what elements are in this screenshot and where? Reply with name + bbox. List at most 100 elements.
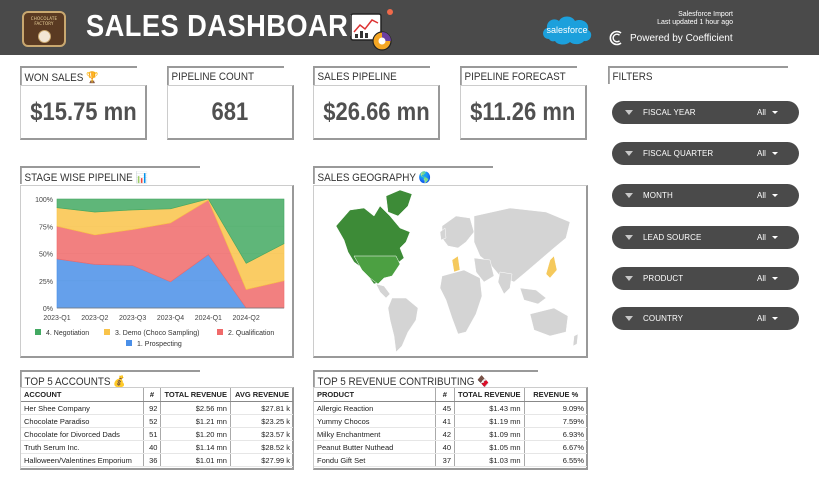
table-cell: $1.21 mn: [160, 414, 231, 428]
col-total-revenue[interactable]: TOTAL REVENUE: [454, 388, 525, 402]
last-updated: Last updated 1 hour ago: [657, 19, 733, 26]
col-avg-revenue[interactable]: AVG REVENUE: [230, 388, 293, 402]
table-cell: $1.05 mn: [454, 440, 525, 454]
x-tick-label: 2023-Q3: [119, 315, 146, 322]
col-total-revenue[interactable]: TOTAL REVENUE: [160, 388, 231, 402]
table-cell: 9.09%: [524, 401, 587, 415]
filter-product[interactable]: PRODUCT All: [612, 267, 799, 290]
filter-value[interactable]: All: [757, 108, 766, 117]
sales-pipeline-card: $26.66 mn: [313, 85, 440, 140]
x-tick-label: 2023-Q4: [157, 315, 184, 322]
filter-month[interactable]: MONTH All: [612, 184, 799, 207]
sales-geography-label: SALES GEOGRAPHY 🌎: [313, 166, 493, 184]
legend-label[interactable]: 3. Demo (Choco Sampling): [115, 330, 199, 337]
x-tick-label: 2023-Q2: [81, 315, 108, 322]
table-row[interactable]: Yummy Chocos 41 $1.19 mn 7.59%: [314, 414, 587, 428]
table-cell: 37: [435, 453, 456, 467]
map-se-asia: [519, 287, 547, 305]
map-uk: [439, 227, 447, 241]
filter-value[interactable]: All: [757, 314, 766, 323]
table-cell: 45: [435, 401, 456, 415]
legend-swatch: [126, 340, 132, 346]
map-south-america: [387, 297, 419, 353]
integration-name: Salesforce Import: [678, 11, 733, 18]
y-tick-label: 75%: [39, 224, 53, 231]
table-header-row: PRODUCT # TOTAL REVENUE REVENUE %: [314, 388, 587, 402]
table-cell: 52: [143, 414, 162, 428]
table-cell: 6.55%: [524, 453, 587, 467]
top-accounts-label: TOP 5 ACCOUNTS 💰: [20, 370, 200, 388]
table-cell: 7.59%: [524, 414, 587, 428]
table-cell: $23.25 k: [230, 414, 293, 428]
filter-label: LEAD SOURCE: [643, 233, 702, 242]
filter-value[interactable]: All: [757, 191, 766, 200]
dropdown-caret-icon[interactable]: [772, 317, 778, 320]
filter-label: FISCAL YEAR: [643, 108, 696, 117]
dropdown-caret-icon[interactable]: [772, 277, 778, 280]
pipeline-count-label: PIPELINE COUNT: [167, 66, 284, 86]
top-revenue-panel: PRODUCT # TOTAL REVENUE REVENUE % Allerg…: [313, 387, 588, 470]
table-row[interactable]: Halloween/Valentines Emporium 36 $1.01 mn $…: [21, 453, 293, 467]
table-row[interactable]: Peanut Butter Nuthead 40 $1.05 mn 6.67%: [314, 440, 587, 454]
pipeline-count-card: 681: [167, 85, 294, 140]
legend-label[interactable]: 1. Prospecting: [137, 341, 182, 348]
filter-country[interactable]: COUNTRY All: [612, 307, 799, 330]
filter-value[interactable]: All: [757, 233, 766, 242]
table-cell: 40: [143, 440, 162, 454]
table-row[interactable]: Allergic Reaction 45 $1.43 mn 9.09%: [314, 401, 587, 415]
y-tick-label: 50%: [39, 252, 53, 259]
won-sales-label: WON SALES 🏆: [20, 66, 137, 86]
legend-label[interactable]: 2. Qualification: [228, 330, 274, 337]
filter-label: FISCAL QUARTER: [643, 149, 714, 158]
sales-pipeline-label: SALES PIPELINE: [313, 66, 430, 86]
table-cell: $23.57 k: [230, 427, 293, 441]
table-row[interactable]: Fondu Gift Set 37 $1.03 mn 6.55%: [314, 453, 587, 467]
dropdown-caret-icon[interactable]: [772, 236, 778, 239]
table-row[interactable]: Milky Enchantment 42 $1.09 mn 6.93%: [314, 427, 587, 441]
table-cell: 42: [435, 427, 456, 441]
table-cell: Peanut Butter Nuthead: [314, 440, 436, 454]
col-count[interactable]: #: [435, 388, 456, 402]
table-cell: Fondu Gift Set: [314, 453, 436, 467]
triangle-down-icon: [625, 193, 633, 198]
filter-value[interactable]: All: [757, 274, 766, 283]
filter-label: PRODUCT: [643, 274, 684, 283]
legend-swatch: [217, 329, 223, 335]
table-cell: $27.81 k: [230, 401, 293, 415]
table-row[interactable]: Chocolate Paradiso 52 $1.21 mn $23.25 k: [21, 414, 293, 428]
table-row[interactable]: Truth Serum Inc. 40 $1.14 mn $28.52 k: [21, 440, 293, 454]
col-product[interactable]: PRODUCT: [314, 388, 436, 402]
filter-fiscal-year[interactable]: FISCAL YEAR All: [612, 101, 799, 124]
coefficient-branding: Powered by Coefficient: [609, 30, 733, 46]
salesforce-logo-icon: salesforce: [543, 16, 592, 45]
filter-value[interactable]: All: [757, 149, 766, 158]
table-row[interactable]: Her Shee Company 92 $2.56 mn $27.81 k: [21, 401, 293, 415]
x-tick-label: 2023-Q1: [43, 315, 70, 322]
y-tick-label: 0%: [43, 306, 53, 313]
y-tick-label: 100%: [35, 197, 53, 204]
table-row[interactable]: Chocolate for Divorced Dads 51 $1.20 mn $23…: [21, 427, 293, 441]
top-revenue-label: TOP 5 REVENUE CONTRIBUTING 🍫: [313, 370, 538, 388]
table-cell: 40: [435, 440, 456, 454]
filter-label: MONTH: [643, 191, 673, 200]
table-cell: Yummy Chocos: [314, 414, 436, 428]
filter-lead-source[interactable]: LEAD SOURCE All: [612, 226, 799, 249]
top-revenue-table: PRODUCT # TOTAL REVENUE REVENUE % Allerg…: [314, 388, 587, 467]
col-account[interactable]: ACCOUNT: [21, 388, 144, 402]
col-count[interactable]: #: [143, 388, 162, 402]
y-tick-label: 25%: [39, 279, 53, 286]
table-cell: $1.03 mn: [454, 453, 525, 467]
filter-fiscal-quarter[interactable]: FISCAL QUARTER All: [612, 142, 799, 165]
logo-face-icon: [38, 30, 51, 43]
stage-pipeline-chart: 0% 25% 50% 75% 100% 2023-Q1 2023-Q2 2023-Q3 2023…: [20, 185, 294, 358]
stage-pipeline-svg: 0% 25% 50% 75% 100% 2023-Q1 2023-Q2 2023-Q3 2023…: [35, 197, 285, 348]
legend-label[interactable]: 4. Negotiation: [46, 330, 89, 337]
table-cell: 41: [435, 414, 456, 428]
dropdown-caret-icon[interactable]: [772, 111, 778, 114]
dropdown-caret-icon[interactable]: [772, 152, 778, 155]
x-tick-label: 2024-Q2: [233, 315, 260, 322]
table-cell: 6.93%: [524, 427, 587, 441]
col-revenue-pct[interactable]: REVENUE %: [524, 388, 587, 402]
x-tick-label: 2024-Q1: [195, 315, 222, 322]
dropdown-caret-icon[interactable]: [772, 194, 778, 197]
